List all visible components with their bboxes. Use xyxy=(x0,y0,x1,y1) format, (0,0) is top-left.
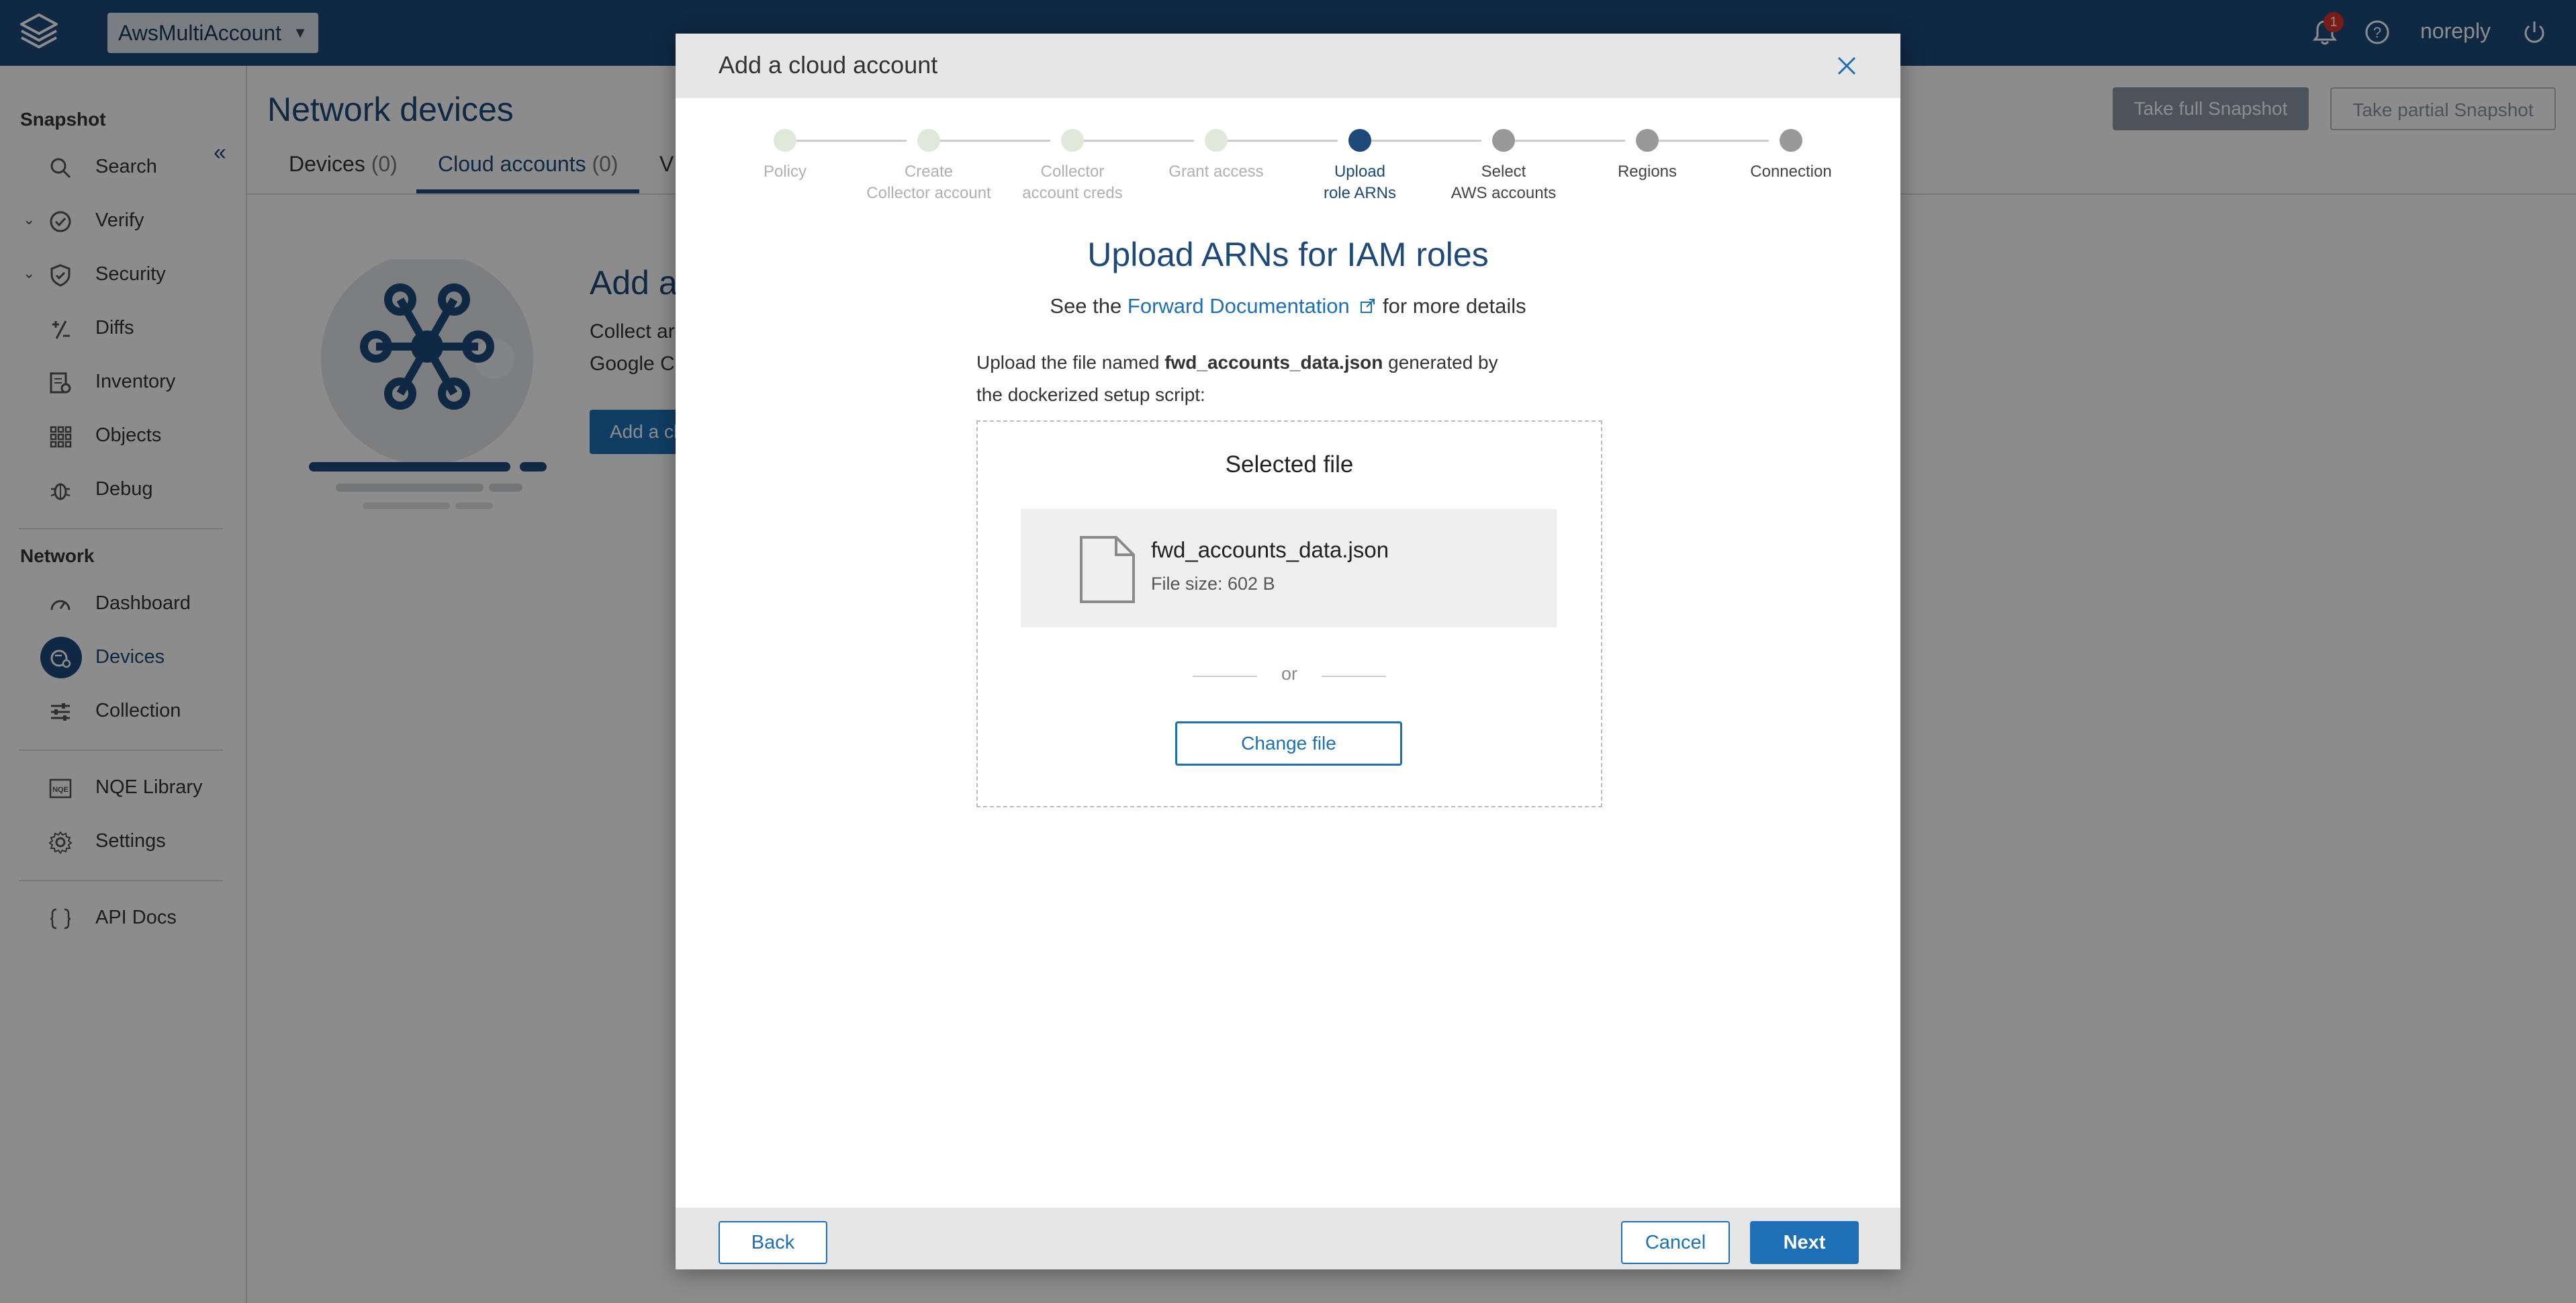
step-heading: Upload ARNs for IAM roles xyxy=(1087,236,1489,273)
step-label-upload-arns: Upload role ARNs xyxy=(1286,161,1434,204)
back-button[interactable]: Back xyxy=(719,1221,827,1264)
close-icon[interactable] xyxy=(1832,51,1861,81)
wizard-stepper: Policy Create Collector account Collecto… xyxy=(676,129,1900,236)
file-icon xyxy=(1080,536,1135,603)
step-label-line: Collector xyxy=(1040,163,1105,181)
dialog-title: Add a cloud account xyxy=(719,51,938,79)
step-label-line: Collector account xyxy=(866,184,991,202)
instr-prefix: Upload the file named xyxy=(976,352,1160,373)
forward-documentation-link[interactable]: Forward Documentation xyxy=(1128,294,1383,318)
step-label-line: account creds xyxy=(1022,184,1123,202)
instr-file-name: fwd_accounts_data.json xyxy=(1164,352,1383,373)
step-connector xyxy=(1371,140,1481,142)
add-cloud-account-dialog: Add a cloud account Policy Create Collec… xyxy=(676,34,1900,1269)
step-label-line: Create xyxy=(904,163,954,181)
dialog-header: Add a cloud account xyxy=(676,34,1900,98)
step-label-line: Connection xyxy=(1750,163,1832,181)
step-label-line: Policy xyxy=(763,163,807,181)
step-dot-create-collector xyxy=(917,129,940,152)
step-label-line: Grant access xyxy=(1168,163,1264,181)
dialog-footer: Back Cancel Next xyxy=(676,1208,1900,1269)
link-label: Forward Documentation xyxy=(1127,294,1350,318)
subtitle-suffix: for more details xyxy=(1382,294,1526,318)
external-link-icon xyxy=(1361,299,1375,313)
step-label-connection: Connection xyxy=(1717,161,1865,183)
step-label-collector-creds: Collector account creds xyxy=(999,161,1146,204)
step-label-line: Upload xyxy=(1334,163,1386,181)
or-separator: or xyxy=(1193,662,1386,689)
step-label-line: Select xyxy=(1481,163,1526,181)
selected-file-card: fwd_accounts_data.json File size: 602 B xyxy=(1021,509,1557,627)
step-connector xyxy=(1228,140,1338,142)
step-connector xyxy=(940,140,1050,142)
step-dot-policy xyxy=(774,129,796,152)
step-label-line: Regions xyxy=(1617,163,1677,181)
step-label-line: role ARNs xyxy=(1323,184,1397,202)
step-label-grant-access: Grant access xyxy=(1142,161,1290,183)
step-dot-select-aws xyxy=(1492,129,1515,152)
upload-instructions: Upload the file named fwd_accounts_data.… xyxy=(976,347,1527,411)
step-connector xyxy=(1515,140,1625,142)
step-connector xyxy=(1659,140,1769,142)
or-text: or xyxy=(1281,664,1297,684)
step-connector xyxy=(1084,140,1194,142)
step-label-regions: Regions xyxy=(1573,161,1721,183)
step-dot-grant-access xyxy=(1205,129,1228,152)
step-label-line: AWS accounts xyxy=(1451,184,1557,202)
file-size: File size: 602 B xyxy=(1151,574,1275,594)
subtitle-prefix: See the xyxy=(1050,294,1122,318)
step-label-create-collector: Create Collector account xyxy=(855,161,1003,204)
selected-file-title: Selected file xyxy=(1225,451,1354,478)
file-dropzone[interactable]: Selected file fwd_accounts_data.json Fil… xyxy=(976,420,1602,807)
step-subtitle: See the Forward Documentation for more d… xyxy=(676,294,1900,318)
step-dot-upload-arns xyxy=(1348,129,1371,152)
step-dot-regions xyxy=(1636,129,1659,152)
step-dot-connection xyxy=(1780,129,1802,152)
step-label-select-aws: Select AWS accounts xyxy=(1430,161,1577,204)
cancel-button[interactable]: Cancel xyxy=(1621,1221,1730,1264)
change-file-button[interactable]: Change file xyxy=(1175,721,1402,766)
step-dot-collector-creds xyxy=(1061,129,1084,152)
step-label-policy: Policy xyxy=(711,161,859,183)
step-connector xyxy=(796,140,907,142)
file-name: fwd_accounts_data.json xyxy=(1151,537,1389,562)
next-button[interactable]: Next xyxy=(1750,1221,1859,1264)
